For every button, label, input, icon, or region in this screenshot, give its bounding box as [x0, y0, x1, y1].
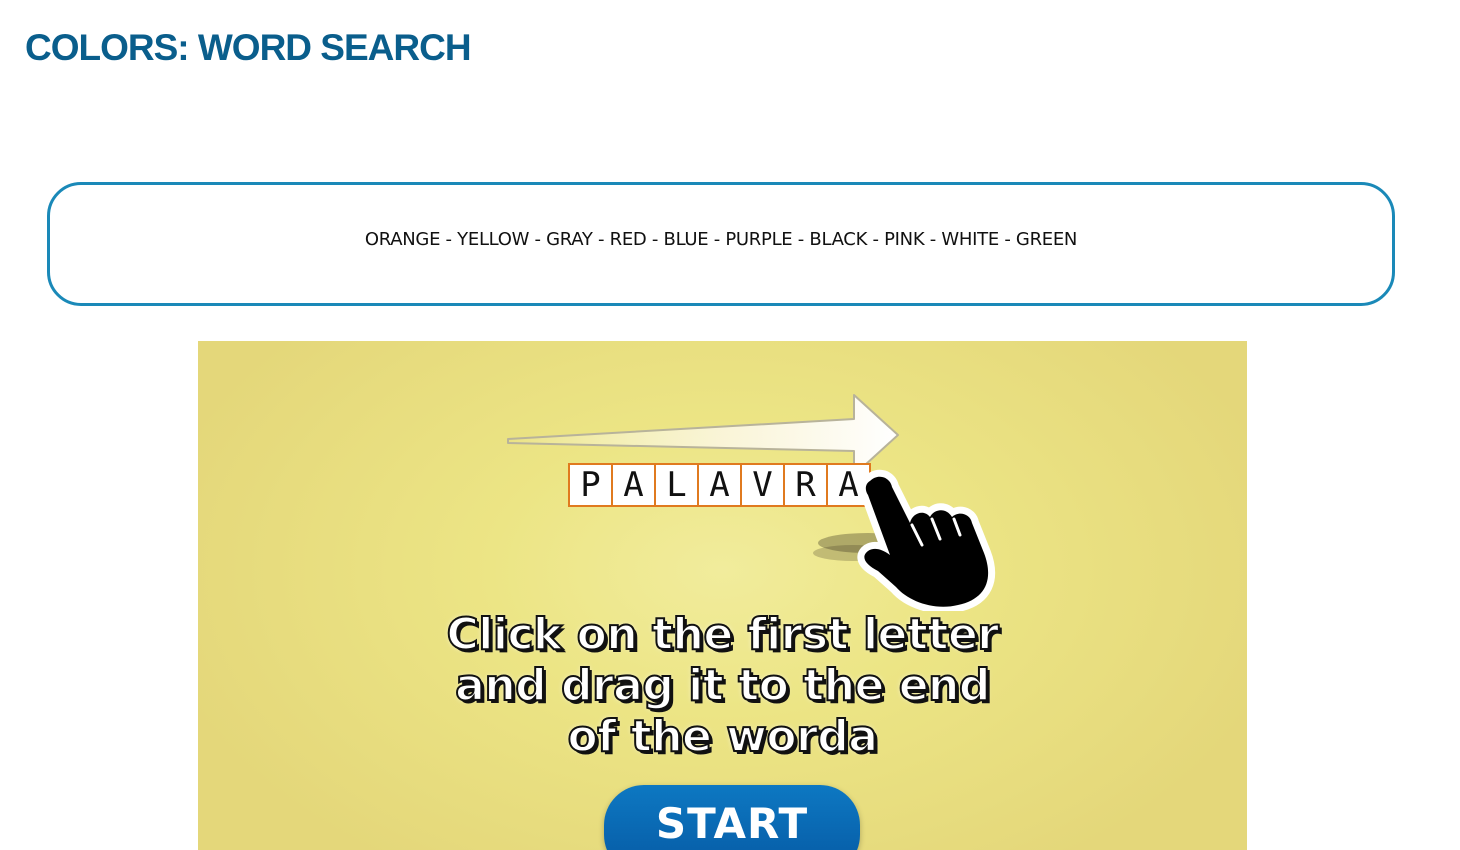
letter-cell: A — [611, 463, 656, 507]
letter-cell: A — [697, 463, 742, 507]
instructions-line-3: of the worda — [567, 710, 879, 763]
game-frame[interactable]: P A L A V R A Click on the first letter … — [198, 341, 1247, 850]
instructions-line-1: Click on the first letter — [445, 608, 1000, 661]
word-list: ORANGE - YELLOW - GRAY - RED - BLUE - PU… — [364, 228, 1078, 250]
word-list-box: ORANGE - YELLOW - GRAY - RED - BLUE - PU… — [47, 182, 1395, 306]
page-title: COLORS: WORD SEARCH — [25, 27, 472, 68]
letter-cell: L — [654, 463, 699, 507]
letter-cell: V — [740, 463, 785, 507]
instructions-line-2: and drag it to the end — [454, 659, 991, 712]
pointer-hand-icon — [813, 469, 995, 611]
letter-cell: P — [568, 463, 613, 507]
start-button[interactable]: START — [604, 785, 860, 850]
arrow-right-icon — [507, 394, 899, 471]
instructions: Click on the first letter and drag it to… — [198, 608, 1247, 763]
